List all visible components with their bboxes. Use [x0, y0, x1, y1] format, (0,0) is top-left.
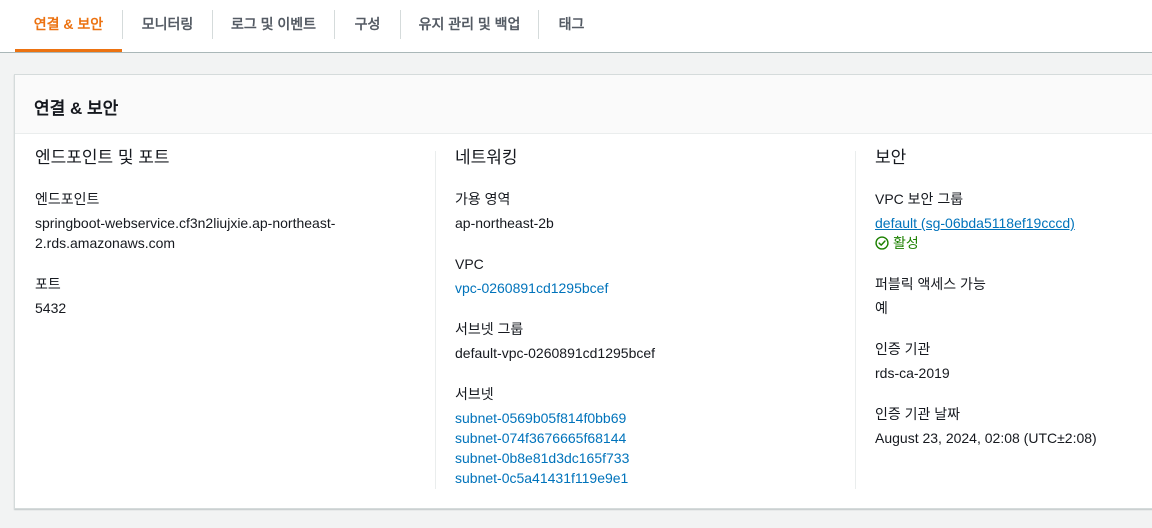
- security-group-field: VPC 보안 그룹 default (sg-06bda5118ef19cccd)…: [875, 189, 1152, 253]
- public-access-value: 예: [875, 300, 888, 316]
- status-text: 활성: [893, 235, 919, 251]
- tab-connectivity-security[interactable]: 연결 & 보안: [15, 0, 122, 52]
- endpoint-field: 엔드포인트 springboot-webservice.cf3n2liujxie…: [35, 189, 435, 253]
- port-value: 5432: [35, 300, 67, 316]
- availability-zone-field: 가용 영역 ap-northeast-2b: [455, 189, 855, 233]
- tab-bar: 연결 & 보안 모니터링 로그 및 이벤트 구성 유지 관리 및 백업 태그: [0, 0, 1152, 53]
- subnet-group-field: 서브넷 그룹 default-vpc-0260891cd1295bcef: [455, 319, 855, 363]
- connectivity-security-panel: 연결 & 보안 엔드포인트 및 포트 엔드포인트 springboot-webs…: [14, 74, 1152, 509]
- certificate-authority-value: rds-ca-2019: [875, 365, 950, 381]
- certificate-date-field: 인증 기관 날짜 August 23, 2024, 02:08 (UTC±2:0…: [875, 404, 1152, 448]
- public-access-field: 퍼블릭 액세스 가능 예: [875, 274, 1152, 318]
- subnet-link[interactable]: subnet-074f3676665f68144: [455, 428, 855, 448]
- subnets-field: 서브넷 subnet-0569b05f814f0bb69 subnet-074f…: [455, 384, 855, 488]
- check-circle-icon: [875, 236, 889, 250]
- field-label: 엔드포인트: [35, 191, 100, 207]
- field-label: 포트: [35, 276, 61, 292]
- tab-tags[interactable]: 태그: [539, 0, 604, 52]
- panel-title: 연결 & 보안: [34, 99, 119, 118]
- tab-logs-events[interactable]: 로그 및 이벤트: [213, 0, 334, 52]
- tab-maintenance-backups[interactable]: 유지 관리 및 백업: [401, 0, 538, 52]
- subnet-link[interactable]: subnet-0569b05f814f0bb69: [455, 408, 855, 428]
- vpc-field: VPC vpc-0260891cd1295bcef: [455, 254, 855, 298]
- field-label: VPC: [455, 256, 484, 272]
- tab-monitoring[interactable]: 모니터링: [123, 0, 212, 52]
- endpoint-value-line1: springboot-webservice.cf3n2liujxie.ap-no…: [35, 215, 336, 231]
- tab-configuration[interactable]: 구성: [335, 0, 400, 52]
- field-label: VPC 보안 그룹: [875, 191, 964, 207]
- subnet-group-value: default-vpc-0260891cd1295bcef: [455, 345, 656, 361]
- field-label: 퍼블릭 액세스 가능: [875, 276, 986, 292]
- subnet-link[interactable]: subnet-0b8e81d3dc165f733: [455, 448, 855, 468]
- column-divider: [435, 151, 436, 489]
- field-label: 서브넷 그룹: [455, 321, 524, 337]
- networking-section: 네트워킹 가용 영역 ap-northeast-2b VPC vpc-02608…: [455, 147, 855, 509]
- field-label: 가용 영역: [455, 191, 511, 207]
- field-label: 인증 기관: [875, 341, 931, 357]
- certificate-authority-field: 인증 기관 rds-ca-2019: [875, 339, 1152, 383]
- column-divider: [855, 151, 856, 489]
- security-section: 보안 VPC 보안 그룹 default (sg-06bda5118ef19cc…: [875, 147, 1152, 469]
- certificate-date-value: August 23, 2024, 02:08 (UTC±2:08): [875, 430, 1097, 446]
- port-field: 포트 5432: [35, 274, 435, 318]
- security-group-status: 활성: [875, 233, 1152, 253]
- subnet-link[interactable]: subnet-0c5a41431f119e9e1: [455, 468, 855, 488]
- panel-header: 연결 & 보안: [15, 75, 1152, 134]
- endpoint-port-section: 엔드포인트 및 포트 엔드포인트 springboot-webservice.c…: [35, 147, 435, 339]
- endpoint-value: springboot-webservice.cf3n2liujxie.ap-no…: [35, 213, 435, 253]
- availability-zone-value: ap-northeast-2b: [455, 215, 554, 231]
- security-group-link[interactable]: default (sg-06bda5118ef19cccd): [875, 213, 1152, 233]
- endpoint-value-line2: 2.rds.amazonaws.com: [35, 235, 176, 251]
- section-title: 엔드포인트 및 포트: [35, 148, 170, 167]
- vpc-link[interactable]: vpc-0260891cd1295bcef: [455, 278, 855, 298]
- field-label: 서브넷: [455, 386, 494, 402]
- field-label: 인증 기관 날짜: [875, 406, 961, 422]
- section-title: 보안: [875, 148, 907, 167]
- section-title: 네트워킹: [455, 148, 518, 167]
